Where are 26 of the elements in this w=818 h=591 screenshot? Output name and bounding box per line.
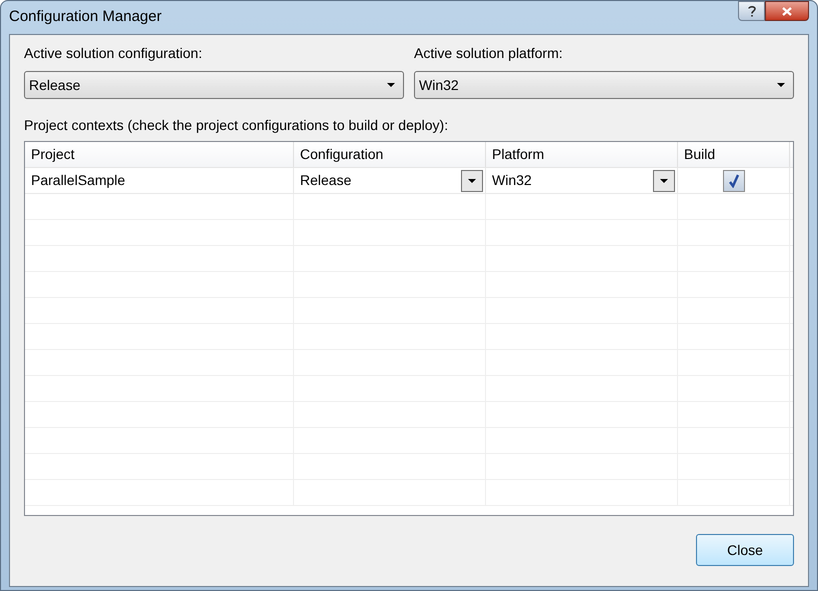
- help-button[interactable]: [738, 1, 765, 21]
- dropdown-arrow-button[interactable]: [653, 170, 675, 192]
- caret-icon: [468, 178, 476, 182]
- close-button[interactable]: [765, 1, 809, 21]
- section-label: Project contexts (check the project configurations to build or deploy):: [24, 116, 450, 135]
- window-title: Configuration Manager: [9, 7, 162, 28]
- caret-icon: [777, 83, 785, 87]
- close-dialog-button[interactable]: Close: [696, 534, 794, 566]
- table-dropdown[interactable]: Win32: [486, 168, 677, 193]
- caret-icon: [387, 83, 395, 87]
- build-checkbox[interactable]: [722, 170, 744, 192]
- platform-dropdown[interactable]: Win32: [414, 71, 794, 99]
- help-icon: [748, 5, 756, 17]
- column-header[interactable]: Platform: [486, 142, 678, 167]
- check-icon: [728, 174, 740, 188]
- field-label: Active solution configuration:: [24, 44, 204, 63]
- field-label: Active solution platform:: [414, 44, 564, 63]
- column-header[interactable]: Build: [678, 142, 790, 167]
- dropdown-arrow-button[interactable]: [461, 170, 483, 192]
- column-header[interactable]: Configuration: [294, 142, 486, 167]
- table-dropdown[interactable]: Release: [294, 168, 485, 193]
- configuration-dropdown[interactable]: Release: [24, 71, 404, 99]
- caret-icon: [660, 178, 668, 182]
- table-cell-text: ParallelSample: [30, 171, 126, 190]
- column-header[interactable]: Project: [25, 142, 294, 167]
- close-icon: [782, 6, 792, 16]
